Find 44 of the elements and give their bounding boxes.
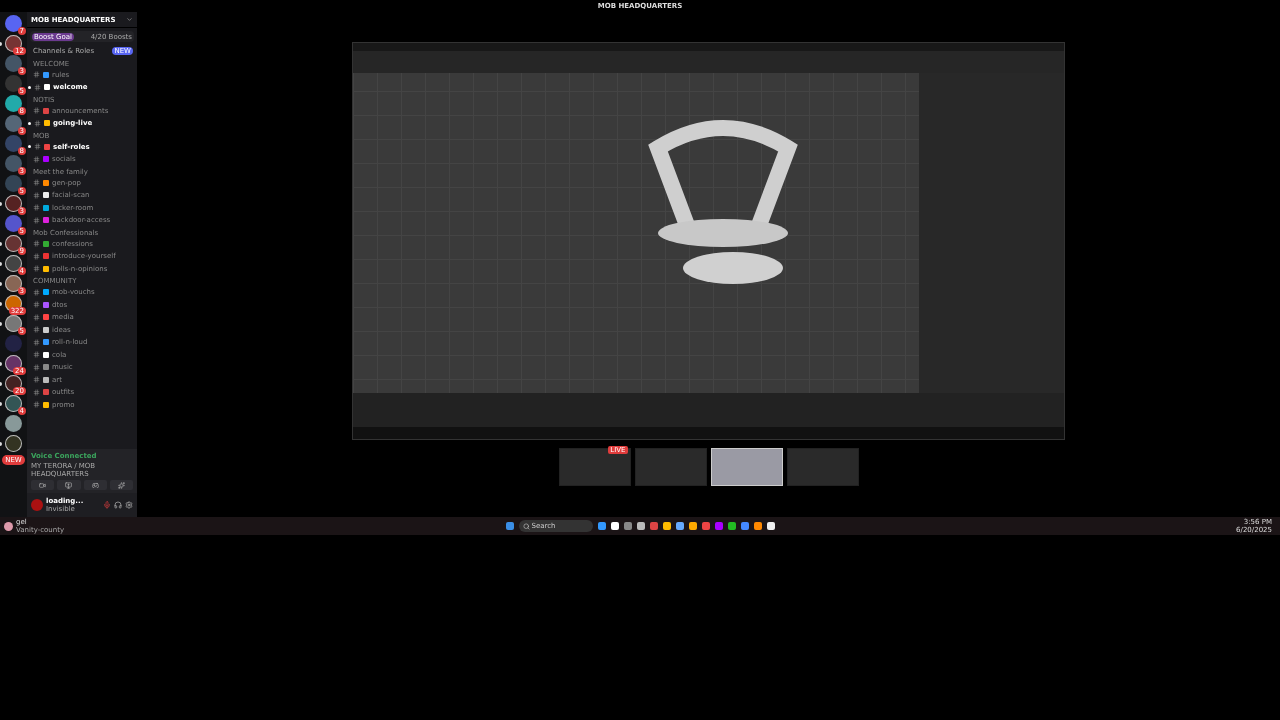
hash-icon: [33, 155, 40, 163]
hash-icon: [33, 204, 40, 212]
stream-thumbnail[interactable]: [634, 448, 707, 486]
monitor-icon: [65, 481, 73, 489]
hash-icon: [33, 288, 40, 296]
hash-icon: [33, 107, 40, 115]
gamepad-icon: [91, 481, 99, 489]
hash-icon: [33, 363, 40, 371]
hash-icon: [33, 313, 40, 321]
soundboard-button[interactable]: [109, 480, 133, 490]
camera-button[interactable]: [31, 480, 55, 490]
hash-icon: [33, 240, 40, 248]
start-icon[interactable]: [505, 522, 514, 530]
hash-icon: [33, 216, 40, 224]
hash-icon: [33, 252, 40, 260]
hash-icon: [33, 179, 40, 187]
hash-icon: [33, 388, 40, 396]
settings-icon[interactable]: [125, 501, 133, 509]
hash-icon: [34, 119, 41, 127]
hash-icon: [33, 326, 40, 334]
hash-icon: [33, 191, 40, 199]
unread-dot: [28, 85, 31, 89]
headphones-icon[interactable]: [114, 501, 122, 509]
hash-icon: [33, 301, 40, 309]
sparkles-icon: [117, 481, 125, 489]
chevron-down-icon: [126, 16, 133, 23]
hash-icon: [33, 265, 40, 273]
screen-share-button[interactable]: [57, 480, 81, 490]
avatar: [31, 499, 43, 511]
avatar: [4, 521, 13, 531]
stream-thumbnail[interactable]: [786, 448, 859, 486]
hash-icon: [33, 376, 40, 384]
hash-icon: [33, 401, 40, 409]
server-icon[interactable]: [5, 415, 22, 432]
hash-icon: [33, 71, 40, 79]
search-icon: [522, 522, 530, 530]
hash-icon: [34, 143, 41, 151]
camera-icon: [39, 481, 47, 489]
unread-dot: [28, 121, 31, 125]
hash-icon: [34, 83, 41, 91]
hash-icon: [33, 338, 40, 346]
hash-icon: [33, 351, 40, 359]
unread-dot: [28, 145, 31, 149]
activity-button[interactable]: [83, 480, 107, 490]
